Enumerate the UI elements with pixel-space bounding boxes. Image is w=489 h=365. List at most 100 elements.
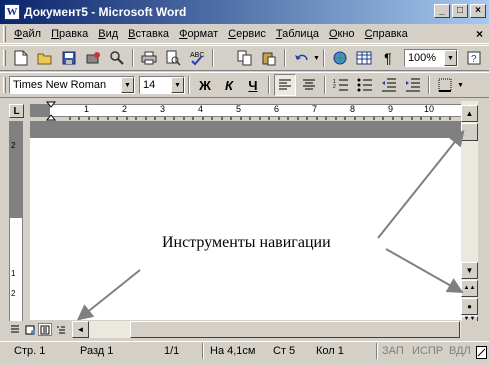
svg-text:ABC: ABC: [190, 52, 204, 59]
menu-insert[interactable]: Вставка: [123, 28, 174, 40]
svg-text:2: 2: [333, 84, 336, 90]
align-left-icon[interactable]: [274, 74, 296, 96]
chevron-down-icon[interactable]: ▼: [121, 77, 134, 93]
print-preview-icon[interactable]: [162, 47, 184, 69]
menu-format[interactable]: Формат: [174, 28, 223, 40]
help-icon[interactable]: ?: [464, 47, 486, 69]
paste-icon[interactable]: [258, 47, 280, 69]
undo-icon[interactable]: [290, 47, 312, 69]
print-layout-view-icon[interactable]: [38, 323, 52, 336]
maximize-button[interactable]: □: [452, 4, 468, 18]
annotation-label: Инструменты навигации: [162, 234, 331, 251]
vruler-number: 2: [11, 289, 16, 298]
svg-text:?: ?: [471, 54, 477, 65]
toolbar-separator: [324, 76, 326, 94]
status-separator: [202, 343, 204, 359]
menu-grip[interactable]: [3, 25, 6, 42]
select-browse-object-button[interactable]: ●: [461, 298, 478, 315]
scroll-left-button[interactable]: ◄: [72, 321, 89, 338]
word-app-icon[interactable]: W: [4, 4, 20, 20]
tab-selector[interactable]: L: [9, 104, 24, 118]
center-icon[interactable]: [298, 74, 320, 96]
toolbar-separator: [132, 49, 134, 67]
toolbar-separator: [428, 76, 430, 94]
window-controls: _ □ ×: [432, 4, 486, 18]
underline-button[interactable]: Ч: [242, 74, 264, 96]
status-track-changes[interactable]: ИСПР: [412, 345, 443, 357]
toolbar-grip[interactable]: [3, 50, 6, 66]
zoom-value: 100%: [407, 52, 437, 64]
right-frame: [478, 101, 489, 321]
copy-icon[interactable]: [234, 47, 256, 69]
web-view-icon[interactable]: [23, 323, 37, 336]
font-size-combo[interactable]: 14 ▼: [139, 76, 185, 94]
print-icon[interactable]: [138, 47, 160, 69]
toolbar-separator: [322, 49, 325, 67]
status-page: Стр. 1: [14, 345, 46, 357]
search-icon[interactable]: [106, 47, 128, 69]
status-position: На 4,1см: [210, 345, 256, 357]
outline-view-icon[interactable]: [54, 323, 68, 336]
cut-icon[interactable]: [218, 47, 232, 69]
italic-button[interactable]: К: [218, 74, 240, 96]
scroll-thumb[interactable]: [461, 123, 478, 141]
close-button[interactable]: ×: [470, 4, 486, 18]
status-pages: 1/1: [164, 345, 180, 357]
font-name: Times New Roman: [13, 79, 107, 91]
zoom-combo[interactable]: 100% ▼: [403, 49, 458, 67]
formatting-toolbar: Times New Roman ▼ 14 ▼ Ж К Ч 12 ▼: [0, 72, 489, 98]
new-icon[interactable]: [10, 47, 32, 69]
menu-table[interactable]: Таблица: [271, 28, 324, 40]
font-combo[interactable]: Times New Roman ▼: [9, 76, 135, 94]
hyperlink-icon[interactable]: [329, 47, 351, 69]
font-size: 14: [143, 79, 156, 91]
scroll-down-button[interactable]: ▼: [461, 262, 478, 279]
table-icon[interactable]: [353, 47, 375, 69]
status-line: Ст 5: [273, 345, 296, 357]
increase-indent-icon[interactable]: [402, 74, 424, 96]
status-record[interactable]: ЗАП: [382, 345, 404, 357]
undo-dropdown-icon[interactable]: ▼: [313, 55, 320, 62]
status-section: Разд 1: [80, 345, 114, 357]
horizontal-scrollbar[interactable]: ◄: [72, 321, 461, 338]
borders-dropdown-icon[interactable]: ▼: [457, 82, 464, 89]
scroll-up-button[interactable]: ▲: [461, 105, 478, 122]
bold-button[interactable]: Ж: [194, 74, 216, 96]
scroll-corner: [461, 321, 489, 338]
toolbar-separator: [212, 49, 214, 67]
show-formatting-icon[interactable]: ¶: [377, 47, 399, 69]
vruler-number: 1: [11, 269, 16, 278]
menu-view[interactable]: Вид: [93, 28, 123, 40]
toolbar-separator: [268, 76, 270, 94]
previous-page-button[interactable]: ▲▲: [461, 280, 478, 297]
menu-edit[interactable]: Правка: [46, 28, 93, 40]
chevron-down-icon[interactable]: ▼: [443, 50, 457, 66]
status-column: Кол 1: [316, 345, 344, 357]
menu-window[interactable]: Окно: [324, 28, 360, 40]
menu-tools[interactable]: Сервис: [223, 28, 271, 40]
horizontal-scroll-thumb[interactable]: [130, 321, 460, 338]
open-icon[interactable]: [34, 47, 56, 69]
vertical-scrollbar[interactable]: ▲ ▼ ▲▲ ● ▼▼: [461, 101, 478, 322]
save-icon[interactable]: [58, 47, 80, 69]
permission-icon[interactable]: [82, 47, 104, 69]
bullets-icon[interactable]: [354, 74, 376, 96]
menu-bar: Файл Правка Вид Вставка Формат Сервис Та…: [0, 24, 489, 44]
normal-view-icon[interactable]: [8, 323, 22, 336]
document-page[interactable]: [30, 138, 461, 320]
toolbar-separator: [284, 49, 286, 67]
spelling-status-icon[interactable]: [476, 346, 487, 359]
menu-help[interactable]: Справка: [360, 28, 413, 40]
window-title: Документ5 - Microsoft Word: [24, 5, 187, 19]
minimize-button[interactable]: _: [434, 4, 450, 18]
decrease-indent-icon[interactable]: [378, 74, 400, 96]
borders-icon[interactable]: [434, 74, 456, 96]
toolbar-grip[interactable]: [3, 77, 6, 93]
status-extend[interactable]: ВДЛ: [449, 345, 471, 357]
chevron-down-icon[interactable]: ▼: [171, 77, 184, 93]
numbering-icon[interactable]: 12: [330, 74, 352, 96]
menu-file[interactable]: Файл: [9, 28, 46, 40]
status-separator: [376, 343, 378, 359]
spelling-icon[interactable]: ABC: [186, 47, 208, 69]
close-document-icon[interactable]: ×: [476, 27, 483, 41]
